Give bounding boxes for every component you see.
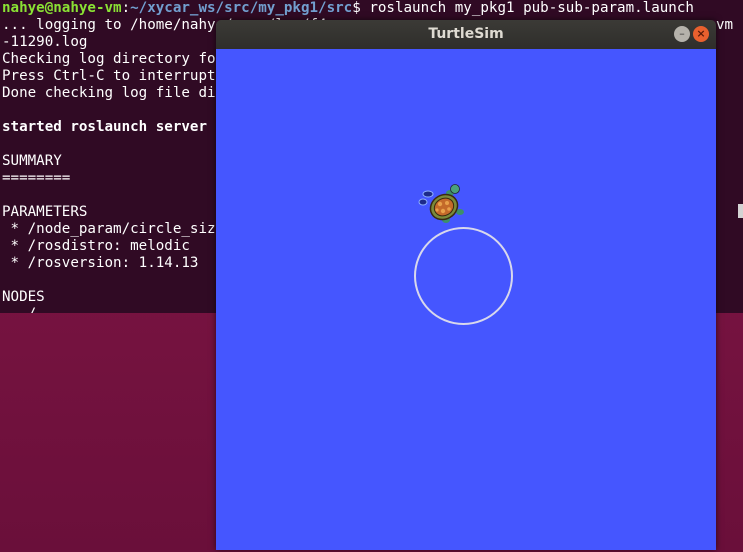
terminal-line: started roslaunch server ht [2, 119, 233, 135]
prompt-separator: : [121, 0, 131, 16]
terminal-line: -11290.log [2, 34, 88, 50]
terminal-line: NODES [2, 289, 45, 305]
terminal-line: * /node_param/circle_size: [2, 221, 233, 237]
terminal-line: SUMMARY [2, 153, 62, 169]
terminal-line: * /rosversion: 1.14.13 [2, 255, 199, 271]
terminal-line: ======== [2, 170, 71, 186]
minimize-button[interactable]: – [674, 26, 690, 42]
turtle-canvas [216, 49, 716, 550]
terminal-prompt-line: nahye@nahye-vm:~/xycar_ws/src/my_pkg1/sr… [2, 0, 694, 17]
turtle-icon [418, 184, 464, 223]
prompt-user: nahye@nahye-vm [2, 0, 122, 16]
prompt-dollar: $ [352, 0, 361, 16]
terminal-line: PARAMETERS [2, 204, 88, 220]
terminal-scrollbar[interactable] [738, 204, 743, 218]
terminal-line: Press Ctrl-C to interrupt [2, 68, 216, 84]
close-button[interactable]: × [693, 26, 709, 42]
terminal-line: Checking log directory for [2, 51, 225, 67]
prompt-command: roslaunch my_pkg1 pub-sub-param.launch [360, 0, 694, 16]
terminal-line: Done checking log file disk [2, 85, 233, 101]
terminal-line: / [2, 306, 37, 313]
prompt-path: ~/xycar_ws/src/my_pkg1/src [130, 0, 353, 16]
window-title: TurtleSim [428, 26, 504, 42]
turtle-trace-circle [414, 227, 513, 325]
terminal-line-fragment: vm [716, 17, 734, 33]
terminal-line: * /rosdistro: melodic [2, 238, 190, 254]
turtlesim-window[interactable]: TurtleSim – × [216, 20, 716, 550]
window-titlebar[interactable]: TurtleSim – × [216, 20, 716, 49]
